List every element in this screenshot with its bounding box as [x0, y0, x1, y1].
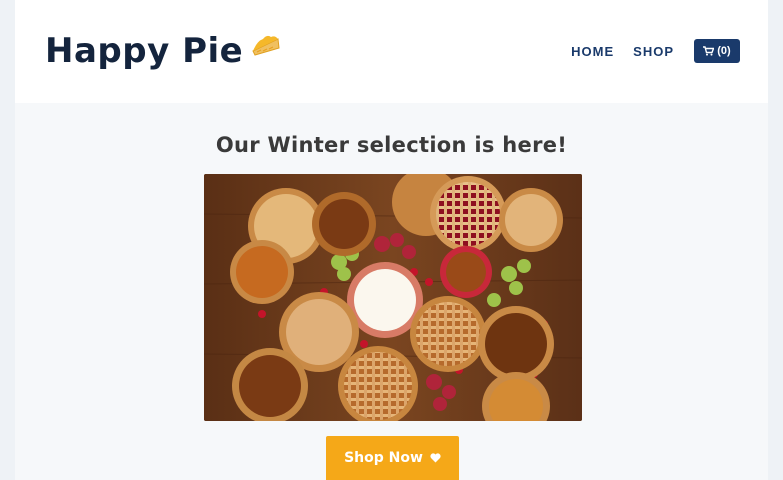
nav-shop-link[interactable]: SHOP [633, 44, 674, 59]
shop-now-button[interactable]: Shop Now [326, 436, 459, 480]
logo[interactable]: Happy Pie [45, 26, 281, 76]
nav-home-link[interactable]: HOME [571, 44, 614, 59]
cart-button[interactable]: (0) [694, 39, 740, 63]
shop-now-label: Shop Now [344, 450, 423, 466]
heart-icon [430, 453, 441, 463]
logo-text: Happy Pie [45, 31, 244, 71]
page-headline: Our Winter selection is here! [215, 133, 568, 157]
pie-slice-icon [252, 35, 280, 56]
page: Happy Pie HOME SHOP (0) Our Winter selec… [15, 0, 768, 480]
hero-image [204, 174, 582, 421]
cart-count: (0) [717, 45, 731, 57]
main-nav: HOME SHOP (0) [571, 39, 740, 63]
site-header: Happy Pie HOME SHOP (0) [15, 0, 768, 103]
cart-icon [703, 46, 715, 56]
